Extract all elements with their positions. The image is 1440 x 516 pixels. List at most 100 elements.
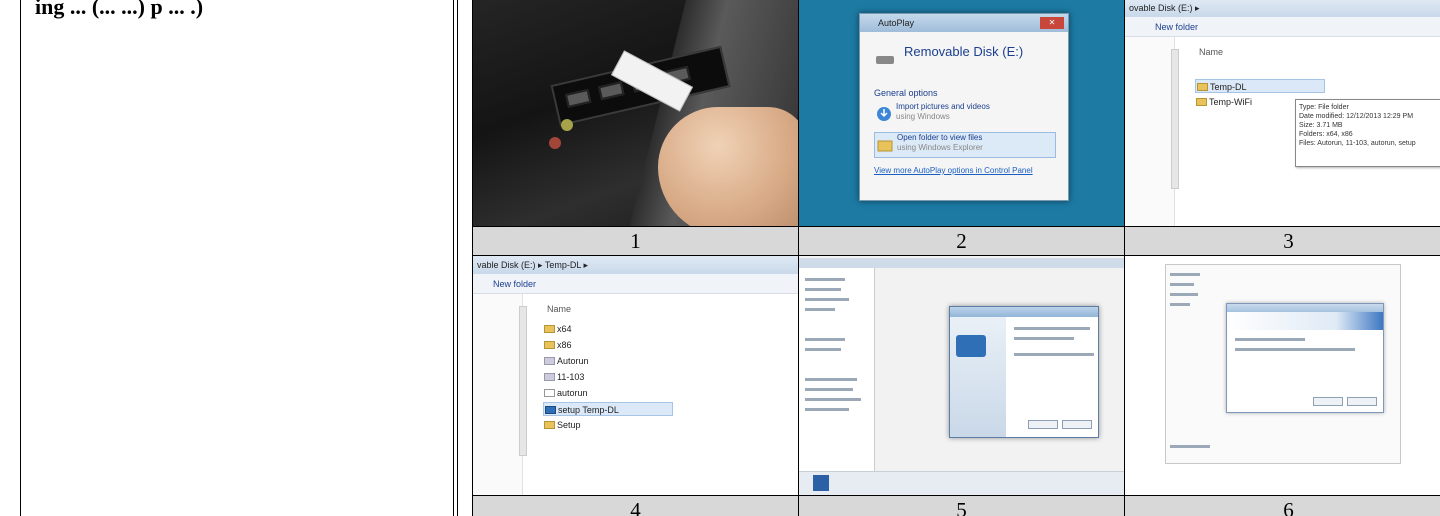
item-label: x86	[557, 340, 572, 350]
step-label-3: 3	[1124, 226, 1440, 256]
step-5-image-cell	[798, 255, 1125, 496]
dialog-text-line	[1235, 338, 1305, 341]
address-bar[interactable]: vable Disk (E:) ▸ Temp-DL ▸	[473, 256, 798, 274]
setup-wizard-dialog	[1226, 303, 1384, 413]
item-label: Temp-WiFi	[1209, 97, 1252, 107]
installer-logo-icon	[956, 335, 986, 357]
navigation-pane	[1125, 37, 1175, 226]
step-6-image-cell	[1124, 255, 1440, 496]
import-icon	[877, 107, 891, 121]
new-folder-button[interactable]: New folder	[1125, 17, 1440, 37]
name-column-header[interactable]: Name	[547, 304, 571, 314]
folder-icon	[877, 140, 893, 152]
left-column-cell: ing ... (... ...) p ... .)	[20, 0, 454, 516]
nav-line	[805, 308, 835, 311]
file-icon	[544, 357, 555, 365]
usb-port	[598, 81, 625, 101]
dialog-text-line	[1014, 337, 1074, 340]
general-options-label: General options	[874, 88, 938, 98]
item-label: x64	[557, 324, 572, 334]
nav-line	[1170, 283, 1194, 286]
list-item[interactable]: Temp-DL	[1195, 79, 1325, 93]
folder-icon	[544, 421, 555, 429]
item-label: Setup	[557, 420, 581, 430]
name-column-header[interactable]: Name	[1199, 47, 1223, 57]
step-1-image-cell	[472, 0, 799, 227]
nav-line	[805, 278, 845, 281]
open-folder-sub: using Windows Explorer	[897, 143, 983, 152]
nav-line	[1170, 273, 1200, 276]
import-option-sub: using Windows	[896, 112, 950, 121]
step-3-image-cell: ovable Disk (E:) ▸ New folder Name Temp-…	[1124, 0, 1440, 227]
next-button[interactable]	[1313, 397, 1343, 406]
usb-port	[564, 88, 592, 108]
more-options-link[interactable]: View more AutoPlay options in Control Pa…	[874, 166, 1033, 175]
nav-line	[805, 338, 845, 341]
nav-line	[805, 348, 841, 351]
drive-name: Removable Disk (E:)	[904, 44, 1024, 59]
step-4-image-cell: vable Disk (E:) ▸ Temp-DL ▸ New folder N…	[472, 255, 799, 496]
item-label: setup Temp-DL	[558, 405, 619, 415]
explorer-screenshot-2: vable Disk (E:) ▸ Temp-DL ▸ New folder N…	[473, 256, 798, 495]
nav-line	[805, 388, 853, 391]
nav-line	[805, 398, 861, 401]
usb-insert-photo	[473, 0, 798, 226]
list-item[interactable]: x86	[543, 338, 673, 352]
close-icon[interactable]: ✕	[1040, 17, 1064, 29]
step-label-5: 5	[798, 495, 1125, 516]
explorer-screenshot-1: ovable Disk (E:) ▸ New folder Name Temp-…	[1125, 0, 1440, 226]
steps-table: AutoPlay ✕ Removable Disk (E:) General o…	[472, 0, 1440, 516]
setup-icon	[545, 406, 556, 414]
window-title-bar	[799, 258, 1124, 268]
list-item[interactable]: Setup	[543, 418, 673, 432]
tooltip-line: Date modified: 12/12/2013 12:29 PM	[1299, 113, 1414, 120]
list-item[interactable]: x64	[543, 322, 673, 336]
explorer-window	[1165, 264, 1401, 464]
folder-icon	[1197, 83, 1208, 91]
file-icon	[544, 389, 555, 397]
cancel-button[interactable]	[1062, 420, 1092, 429]
dialog-title-bar	[1227, 304, 1383, 312]
autoplay-title: AutoPlay	[878, 18, 915, 28]
item-label: Autorun	[557, 356, 589, 366]
import-pictures-option[interactable]: Import pictures and videos using Windows	[874, 102, 1056, 128]
dialog-side-panel	[950, 317, 1006, 437]
item-label: Temp-DL	[1210, 82, 1247, 92]
step-label-6: 6	[1124, 495, 1440, 516]
open-folder-label: Open folder to view files	[897, 133, 983, 142]
dialog-text-line	[1014, 327, 1090, 330]
step-2-image-cell: AutoPlay ✕ Removable Disk (E:) General o…	[798, 0, 1125, 227]
nav-line	[805, 408, 849, 411]
tooltip-line: Folders: x64, x86	[1299, 131, 1353, 138]
nav-line	[805, 298, 849, 301]
next-button[interactable]	[1028, 420, 1058, 429]
autoplay-title-bar: AutoPlay ✕	[860, 14, 1068, 32]
setup-wizard-screenshot	[1125, 256, 1440, 495]
navigation-pane	[799, 268, 875, 495]
nav-line	[1170, 293, 1198, 296]
list-item[interactable]: setup Temp-DL	[543, 402, 673, 416]
tooltip-line: Type: File folder	[1299, 104, 1349, 111]
open-folder-option[interactable]: Open folder to view files using Windows …	[874, 132, 1056, 158]
autoplay-window: AutoPlay ✕ Removable Disk (E:) General o…	[859, 13, 1069, 201]
import-option-label: Import pictures and videos	[896, 102, 990, 111]
folder-icon	[544, 325, 555, 333]
details-bar	[799, 471, 1124, 495]
column-divider	[457, 0, 458, 516]
file-icon	[544, 373, 555, 381]
autoplay-screenshot: AutoPlay ✕ Removable Disk (E:) General o…	[799, 0, 1124, 226]
scrollbar[interactable]	[519, 306, 527, 456]
tooltip-line: Files: Autorun, 11-103, autorun, setup	[1299, 140, 1416, 147]
list-item[interactable]: autorun	[543, 386, 673, 400]
cancel-button[interactable]	[1347, 397, 1377, 406]
tooltip-line: Size: 3.71 MB	[1299, 122, 1343, 129]
nav-line	[1170, 303, 1190, 306]
address-bar[interactable]: ovable Disk (E:) ▸	[1125, 0, 1440, 17]
item-label: autorun	[557, 388, 588, 398]
list-item[interactable]: Autorun	[543, 354, 673, 368]
new-folder-button[interactable]: New folder	[473, 274, 798, 294]
step-label-4: 4	[472, 495, 799, 516]
folder-icon	[1196, 98, 1207, 106]
list-item[interactable]: 11-103	[543, 370, 673, 384]
scrollbar[interactable]	[1171, 49, 1179, 189]
